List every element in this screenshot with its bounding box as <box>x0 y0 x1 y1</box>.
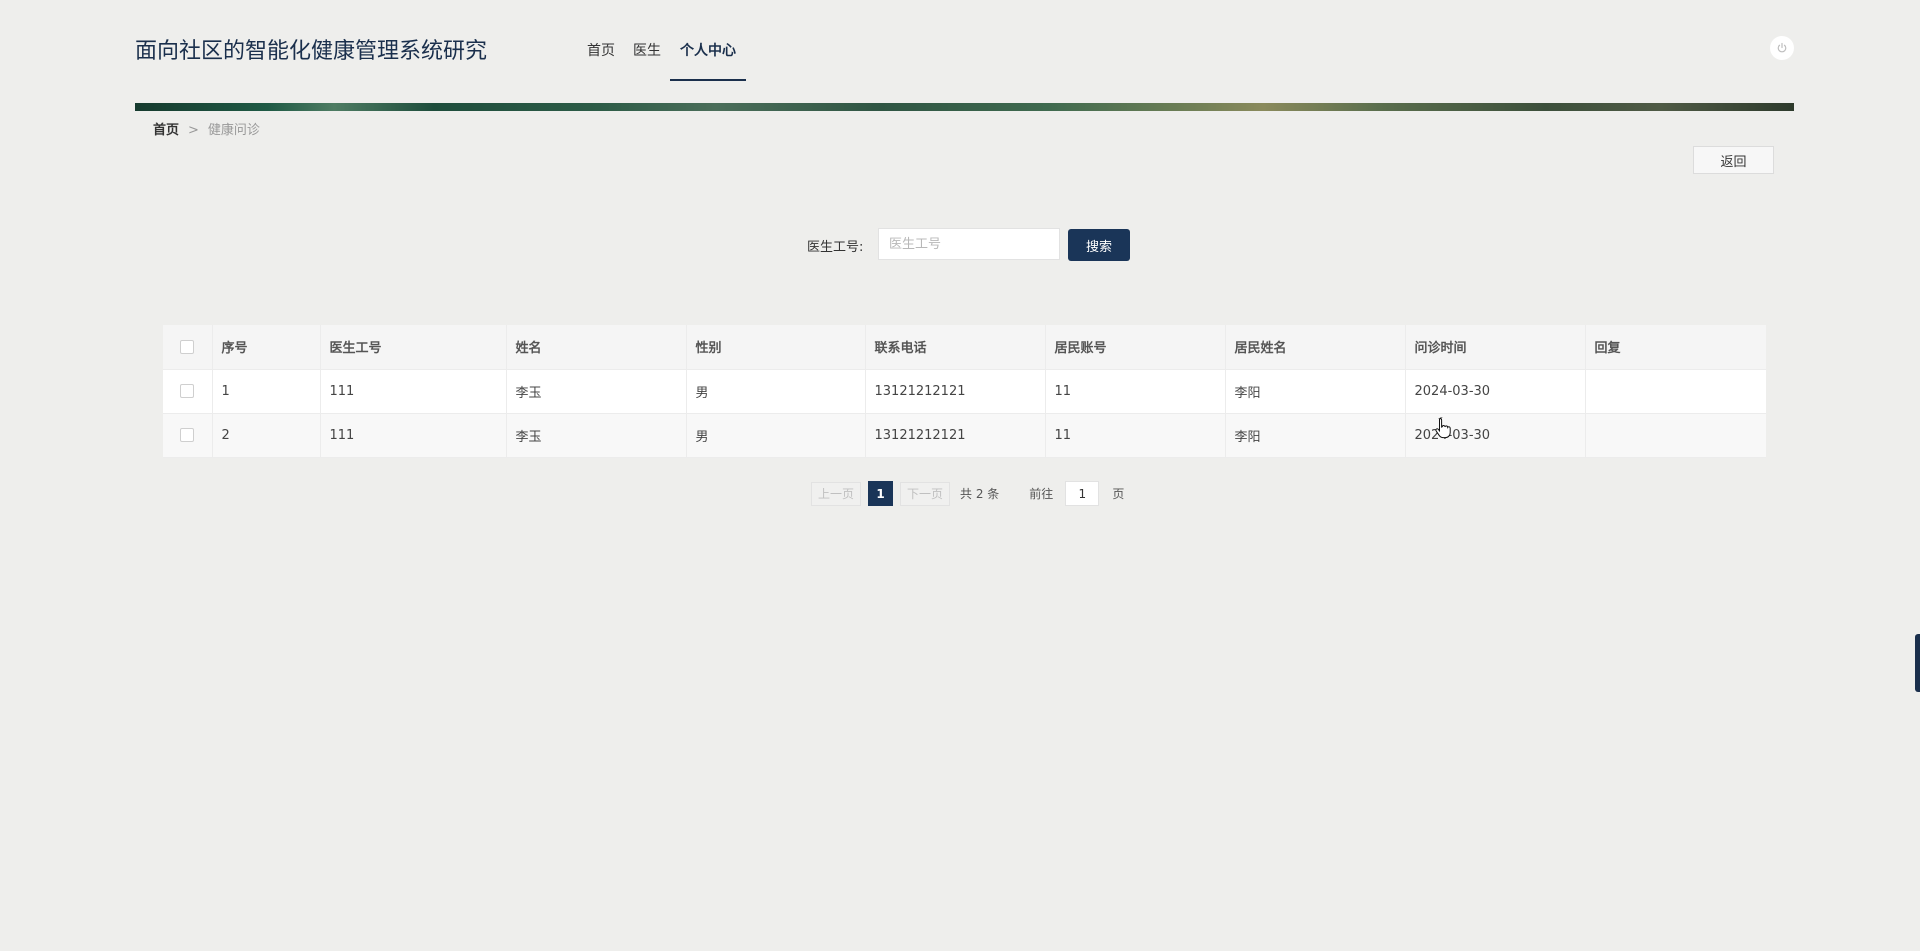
column-header: 居民账号 <box>1045 325 1226 370</box>
side-tab-handle[interactable] <box>1915 634 1920 692</box>
nav-item-home[interactable]: 首页 <box>578 28 624 70</box>
breadcrumb-current: 健康问诊 <box>207 123 260 138</box>
row-select-cell <box>163 369 213 414</box>
table-cell: 2024-03-30 <box>1405 369 1586 414</box>
table-cell: 13121212121 <box>865 369 1046 414</box>
next-page-button[interactable]: 下一页 <box>900 481 951 506</box>
total-count: 共 2 条 <box>960 487 1000 501</box>
goto-label: 前往 <box>1029 487 1054 501</box>
table-cell: 男 <box>686 413 866 458</box>
table-cell: 111 <box>320 369 507 414</box>
column-header: 问诊时间 <box>1405 325 1586 370</box>
header-banner <box>135 103 1794 111</box>
prev-page-button[interactable]: 上一页 <box>811 481 862 506</box>
back-button[interactable]: 返回 <box>1693 146 1774 174</box>
table-header-row: 序号 医生工号 姓名 性别 联系电话 居民账号 居民姓名 问诊时间 回复 <box>163 325 1766 370</box>
row-checkbox[interactable] <box>180 428 195 442</box>
page-number-button[interactable]: 1 <box>868 481 894 506</box>
row-checkbox[interactable] <box>180 384 195 398</box>
search-button[interactable]: 搜索 <box>1068 229 1130 261</box>
goto-page-input[interactable] <box>1065 481 1100 506</box>
column-header: 性别 <box>686 325 866 370</box>
search-label: 医生工号: <box>807 240 864 255</box>
power-icon <box>1776 39 1788 58</box>
table-cell: 2 <box>212 413 321 458</box>
column-header: 回复 <box>1585 325 1766 370</box>
consultation-table: 序号 医生工号 姓名 性别 联系电话 居民账号 居民姓名 问诊时间 回复 1 1… <box>163 325 1766 458</box>
row-select-cell <box>163 413 213 458</box>
table-cell: 男 <box>686 369 866 414</box>
column-header: 居民姓名 <box>1225 325 1406 370</box>
column-header: 联系电话 <box>865 325 1046 370</box>
table-cell: 11 <box>1045 413 1226 458</box>
table-cell: 1 <box>212 369 321 414</box>
nav-item-personal-center[interactable]: 个人中心 <box>670 28 746 81</box>
page-unit-label: 页 <box>1112 487 1125 501</box>
main-nav: 首页 医生 个人中心 <box>578 28 746 82</box>
table-row: 2 111 李玉 男 13121212121 11 李阳 2024-03-30 <box>163 413 1766 458</box>
table-cell: 李阳 <box>1225 413 1406 458</box>
table-row: 1 111 李玉 男 13121212121 11 李阳 2024-03-30 <box>163 369 1766 414</box>
select-all-checkbox[interactable] <box>180 339 195 354</box>
table-cell: 13121212121 <box>865 413 1046 458</box>
table-cell: 李玉 <box>506 413 687 458</box>
logout-button[interactable] <box>1770 36 1794 60</box>
doctor-id-search-input[interactable] <box>878 228 1060 260</box>
site-title: 面向社区的智能化健康管理系统研究 <box>135 39 488 64</box>
breadcrumb-separator: > <box>188 123 199 138</box>
column-header: 序号 <box>212 325 321 370</box>
column-header: 医生工号 <box>320 325 507 370</box>
table-cell <box>1585 413 1766 458</box>
table-cell: 李玉 <box>506 369 687 414</box>
table-cell: 11 <box>1045 369 1226 414</box>
select-all-cell <box>163 325 213 370</box>
nav-item-doctor[interactable]: 医生 <box>624 28 670 70</box>
breadcrumb-home[interactable]: 首页 <box>153 123 179 138</box>
pagination: 上一页 1 下一页 共 2 条 前往 页 <box>811 481 1124 506</box>
column-header: 姓名 <box>506 325 687 370</box>
table-cell: 2024-03-30 <box>1405 413 1586 458</box>
breadcrumb: 首页 > 健康问诊 <box>153 119 260 138</box>
table-cell <box>1585 369 1766 414</box>
table-cell: 111 <box>320 413 507 458</box>
table-cell: 李阳 <box>1225 369 1406 414</box>
